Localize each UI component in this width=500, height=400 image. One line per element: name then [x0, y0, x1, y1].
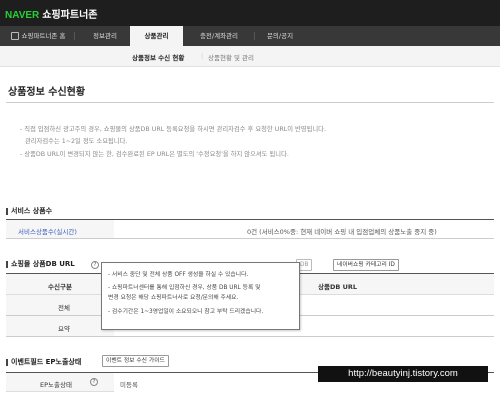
subnav-item-product-manage[interactable]: 상품현황 및 관리 [208, 52, 254, 62]
service-count-label: 서비스상품수(실시간) [18, 228, 77, 236]
col-header-url: 상품DB URL [318, 283, 357, 291]
help-icon[interactable]: ? [90, 378, 98, 386]
subnav-item-received-status[interactable]: 상품정보 수신 현황 [132, 52, 184, 62]
tooltip-line: - 서비스 중단 및 전체 상품 OFF 생성을 하실 수 있습니다. [108, 272, 249, 278]
subnav-divider: | [201, 52, 204, 60]
row-divider [6, 336, 494, 337]
nav-home[interactable]: 쇼핑파트너존 홈 [4, 26, 72, 46]
tooltip-line: 변경 요청은 해당 쇼핑파트너사로 요청/문의해 주세요. [108, 295, 239, 301]
row-divider [6, 238, 494, 239]
section-marker [6, 260, 8, 268]
tooltip-line: - 검수기간은 1~3영업일이 소요되오니 참고 부탁 드리겠습니다. [108, 309, 264, 315]
event-guide-button[interactable]: 이벤트 정보 수신 가이드 [102, 355, 169, 367]
top-bar: NAVER 쇼핑파트너존 [0, 0, 500, 26]
service-count-value: 0건 (서비스0%중: 현재 네이버 쇼핑 내 입점업체의 상품노출 중지 중) [247, 228, 437, 236]
service-count-title: 서비스 상품수 [6, 206, 52, 216]
ep-status-title-text: 이벤트필드 EP노출상태 [11, 358, 82, 366]
nav-item-products[interactable]: 상품관리 [130, 26, 183, 46]
nav-item-info[interactable]: 정보관리 [80, 26, 130, 46]
brand-logo[interactable]: NAVER 쇼핑파트너존 [5, 6, 97, 21]
nav-separator [254, 32, 255, 40]
home-icon [10, 32, 19, 40]
db-url-title: 쇼핑몰 상품DB URL [6, 259, 75, 269]
category-id-button[interactable]: 네이버쇼핑 카테고리 ID [333, 259, 399, 271]
notice-line: 관리자검수는 1~2일 정도 소요됩니다. [25, 138, 128, 145]
tooltip-line: - 쇼핑파트너센터를 통해 입점하신 경우, 상품 DB URL 등록 및 [108, 285, 261, 291]
ep-status-label: EP노출상태 [40, 381, 72, 389]
ep-status-title: 이벤트필드 EP노출상태 [6, 357, 81, 367]
section-marker [6, 358, 8, 366]
blog-watermark: http://beautyinj.tistory.com [318, 366, 488, 382]
nav-item-support[interactable]: 문의/공지 [258, 26, 302, 46]
help-icon[interactable]: ? [91, 261, 99, 269]
title-divider [6, 102, 494, 103]
main-nav: 쇼핑파트너존 홈 정보관리 상품관리 충전/계좌관리 문의/공지 [0, 26, 500, 46]
page-title: 상품정보 수신현황 [8, 87, 86, 98]
notice-line: - 직접 입점하신 광고주의 경우, 쇼핑몰의 상품DB URL 등록요청을 하… [20, 126, 326, 133]
service-count-title-text: 서비스 상품수 [11, 207, 53, 215]
help-tooltip: - 서비스 중단 및 전체 상품 OFF 생성을 하실 수 있습니다. - 쇼핑… [101, 262, 300, 330]
nav-item-billing[interactable]: 충전/계좌관리 [186, 26, 252, 46]
app-name: 쇼핑파트너존 [42, 10, 98, 21]
ep-status-value: 미등록 [120, 381, 138, 389]
section-marker [6, 207, 8, 215]
naver-logo: NAVER [5, 10, 40, 21]
db-url-title-text: 쇼핑몰 상품DB URL [11, 260, 75, 268]
table-row-label: 전체 [58, 304, 70, 312]
nav-home-label: 쇼핑파트너존 홈 [21, 32, 66, 40]
nav-separator [74, 32, 75, 40]
table-row-label: 요약 [58, 325, 70, 333]
notice-line: - 상품DB URL이 변경되지 않는 한, 검수완료된 EP URL은 별도의… [20, 151, 289, 158]
sub-nav: 상품정보 수신 현황 | 상품현황 및 관리 [0, 46, 500, 67]
col-header-type: 수신구분 [48, 283, 72, 291]
